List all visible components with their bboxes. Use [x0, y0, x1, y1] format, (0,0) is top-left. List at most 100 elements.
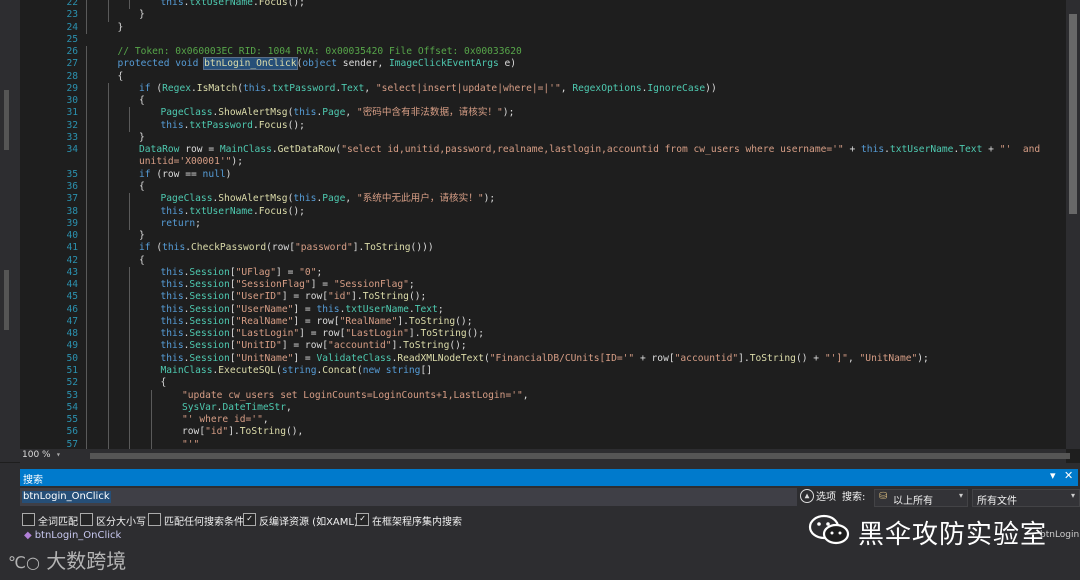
code-text[interactable]: { — [139, 181, 145, 193]
horizontal-scroll-thumb[interactable] — [90, 453, 1070, 459]
vertical-scrollbar[interactable] — [1066, 0, 1080, 449]
code-line[interactable]: 31 PageClass.ShowAlertMsg(this.Page, "密码中… — [20, 107, 1066, 120]
options-label[interactable]: 选项 — [816, 488, 836, 503]
search-result-item[interactable]: ◆ btnLogin_OnClick — [24, 530, 121, 541]
code-text[interactable]: "'" — [182, 439, 199, 449]
code-line[interactable]: 56 row["id"].ToString(), — [20, 426, 1066, 439]
code-text[interactable]: { — [161, 377, 167, 389]
code-text[interactable]: DataRow row = MainClass.GetDataRow("sele… — [139, 144, 1040, 156]
file-filter-select[interactable]: 所有文件 ▾ — [972, 489, 1080, 507]
code-line[interactable]: 42 { — [20, 254, 1066, 267]
code-line[interactable]: unitid='X00001'"); — [20, 156, 1066, 169]
code-text[interactable]: PageClass.ShowAlertMsg(this.Page, "密码中含有… — [161, 107, 515, 119]
code-text[interactable]: } — [139, 9, 145, 21]
code-text[interactable]: this.Session["UserName"] = this.txtUserN… — [161, 304, 444, 316]
code-text[interactable]: return; — [161, 218, 201, 230]
code-line[interactable]: 51 MainClass.ExecuteSQL(string.Concat(new… — [20, 364, 1066, 378]
code-line[interactable]: 54 SysVar.DateTimeStr, — [20, 401, 1066, 415]
zoom-dropdown-icon[interactable]: ▾ — [56, 450, 61, 459]
left-tab-grip[interactable] — [4, 270, 9, 330]
whole-word-checkbox[interactable] — [22, 513, 35, 526]
code-text[interactable]: if (this.CheckPassword(row["password"].T… — [139, 242, 434, 254]
vertical-scroll-thumb[interactable] — [1069, 14, 1077, 214]
code-line[interactable]: 32 this.txtPassword.Focus(); — [20, 119, 1066, 132]
code-line[interactable]: 41 if (this.CheckPassword(row["password"]… — [20, 242, 1066, 255]
code-text[interactable]: { — [118, 71, 124, 83]
code-text[interactable]: { — [139, 255, 145, 267]
code-line[interactable]: 47 this.Session["RealName"] = row["RealNa… — [20, 315, 1066, 329]
code-text[interactable]: this.Session["SessionFlag"] = "SessionFl… — [161, 279, 415, 291]
code-text[interactable]: "update cw_users set LoginCounts=LoginCo… — [182, 390, 529, 402]
framework-assemblies-checkbox[interactable]: ✓ — [356, 513, 369, 526]
search-input[interactable] — [20, 488, 797, 506]
code-line[interactable]: 22 this.txtUserName.Focus(); — [20, 0, 1066, 10]
code-text[interactable]: MainClass.ExecuteSQL(string.Concat(new s… — [161, 365, 433, 377]
code-text[interactable]: "' where id='", — [182, 414, 269, 426]
code-text[interactable]: PageClass.ShowAlertMsg(this.Page, "系统中无此… — [161, 193, 496, 205]
code-line[interactable]: 45 this.Session["UserID"] = row["id"].ToS… — [20, 291, 1066, 304]
code-line[interactable]: 37 PageClass.ShowAlertMsg(this.Page, "系统中… — [20, 193, 1066, 206]
code-text[interactable]: this.Session["UnitName"] = ValidateClass… — [161, 353, 929, 365]
code-line[interactable]: 48 this.Session["LastLogin"] = row["LastL… — [20, 328, 1066, 341]
code-line[interactable]: 55 "' where id='", — [20, 414, 1066, 427]
code-line[interactable]: 57 "'" — [20, 438, 1066, 449]
code-line[interactable]: 38 this.txtUserName.Focus(); — [20, 205, 1066, 218]
code-line[interactable]: 36 { — [20, 180, 1066, 194]
code-line[interactable]: 39 return; — [20, 217, 1066, 231]
left-tab-grip[interactable] — [4, 90, 9, 150]
code-text[interactable]: this.txtUserName.Focus(); — [161, 206, 305, 218]
code-text[interactable]: this.Session["UFlag"] = "0"; — [161, 267, 323, 279]
code-editor[interactable]: 22 this.txtUserName.Focus(); 23} 24} 25 26// … — [20, 0, 1066, 449]
code-line[interactable]: 52 { — [20, 377, 1066, 390]
code-line[interactable]: 40} — [20, 230, 1066, 243]
code-line[interactable]: 35 if (row == null) — [20, 168, 1066, 181]
code-text[interactable]: this.Session["UnitID"] = row["accountid"… — [161, 340, 467, 352]
decompile-resources-checkbox[interactable]: ✓ — [243, 513, 256, 526]
code-line[interactable]: 28 { — [20, 70, 1066, 83]
code-text[interactable]: { — [139, 95, 145, 107]
scope-select[interactable]: ⛁ 以上所有 ▾ — [874, 489, 968, 507]
code-text[interactable]: this.txtPassword.Focus(); — [161, 120, 305, 132]
code-line[interactable]: 24} — [20, 21, 1066, 34]
code-content[interactable]: 22 this.txtUserName.Focus(); 23} 24} 25 26// … — [20, 0, 1066, 449]
code-text[interactable]: SysVar.DateTimeStr, — [182, 402, 292, 414]
code-line[interactable]: 23} — [20, 9, 1066, 22]
match-any-checkbox[interactable] — [148, 513, 161, 526]
code-text[interactable]: // Token: 0x060003EC RID: 1004 RVA: 0x00… — [118, 46, 522, 58]
code-text[interactable]: this.Session["UserID"] = row["id"].ToStr… — [161, 291, 427, 303]
code-line[interactable]: 44 this.Session["SessionFlag"] = "Session… — [20, 279, 1066, 292]
code-text[interactable]: protected void btnLogin_OnClick(object s… — [118, 57, 516, 71]
code-text[interactable]: } — [139, 230, 145, 242]
collapse-options-icon[interactable]: ▲ — [800, 489, 814, 503]
code-line[interactable]: 27 protected void btnLogin_OnClick(object… — [20, 57, 1066, 71]
indent-guide — [107, 426, 109, 439]
code-line[interactable]: 26 // Token: 0x060003EC RID: 1004 RVA: 0x… — [20, 46, 1066, 59]
line-number: 22 — [66, 0, 78, 8]
code-line[interactable]: 30 { — [20, 95, 1066, 108]
code-line[interactable]: 43 this.Session["UFlag"] = "0"; — [20, 266, 1066, 280]
code-line[interactable]: 25 — [20, 34, 1066, 46]
code-text[interactable]: } — [118, 22, 124, 34]
code-text[interactable]: this.Session["RealName"] = row["RealName… — [161, 316, 473, 328]
match-case-checkbox[interactable] — [80, 513, 93, 526]
code-text[interactable]: if (Regex.IsMatch(this.txtPassword.Text,… — [139, 83, 717, 95]
close-icon[interactable]: ✕ — [1064, 469, 1073, 482]
indent-guide — [107, 414, 109, 427]
code-line[interactable]: 46 this.Session["UserName"] = this.txtUse… — [20, 303, 1066, 316]
code-line[interactable]: 49 this.Session["UnitID"] = row["accounti… — [20, 340, 1066, 353]
code-text[interactable]: if (row == null) — [139, 169, 231, 181]
zoom-level[interactable]: 100 % — [22, 450, 51, 460]
line-number: 27 — [66, 58, 78, 70]
code-text[interactable]: this.txtUserName.Focus(); — [161, 0, 305, 9]
code-line[interactable]: 53 "update cw_users set LoginCounts=Login… — [20, 389, 1066, 402]
code-line[interactable]: 29 if (Regex.IsMatch(this.txtPassword.Tex… — [20, 82, 1066, 96]
code-line[interactable]: 33} — [20, 131, 1066, 145]
panel-dropdown-icon[interactable]: ▾ — [1050, 469, 1056, 482]
code-text[interactable]: row["id"].ToString(), — [182, 426, 303, 438]
window-left-frame — [0, 0, 20, 462]
code-line[interactable]: 34 DataRow row = MainClass.GetDataRow("se… — [20, 144, 1066, 157]
code-text[interactable]: } — [139, 132, 145, 144]
code-text[interactable]: unitid='X00001'"); — [139, 156, 243, 168]
code-text[interactable]: this.Session["LastLogin"] = row["LastLog… — [161, 328, 485, 340]
code-line[interactable]: 50 this.Session["UnitName"] = ValidateCla… — [20, 352, 1066, 365]
